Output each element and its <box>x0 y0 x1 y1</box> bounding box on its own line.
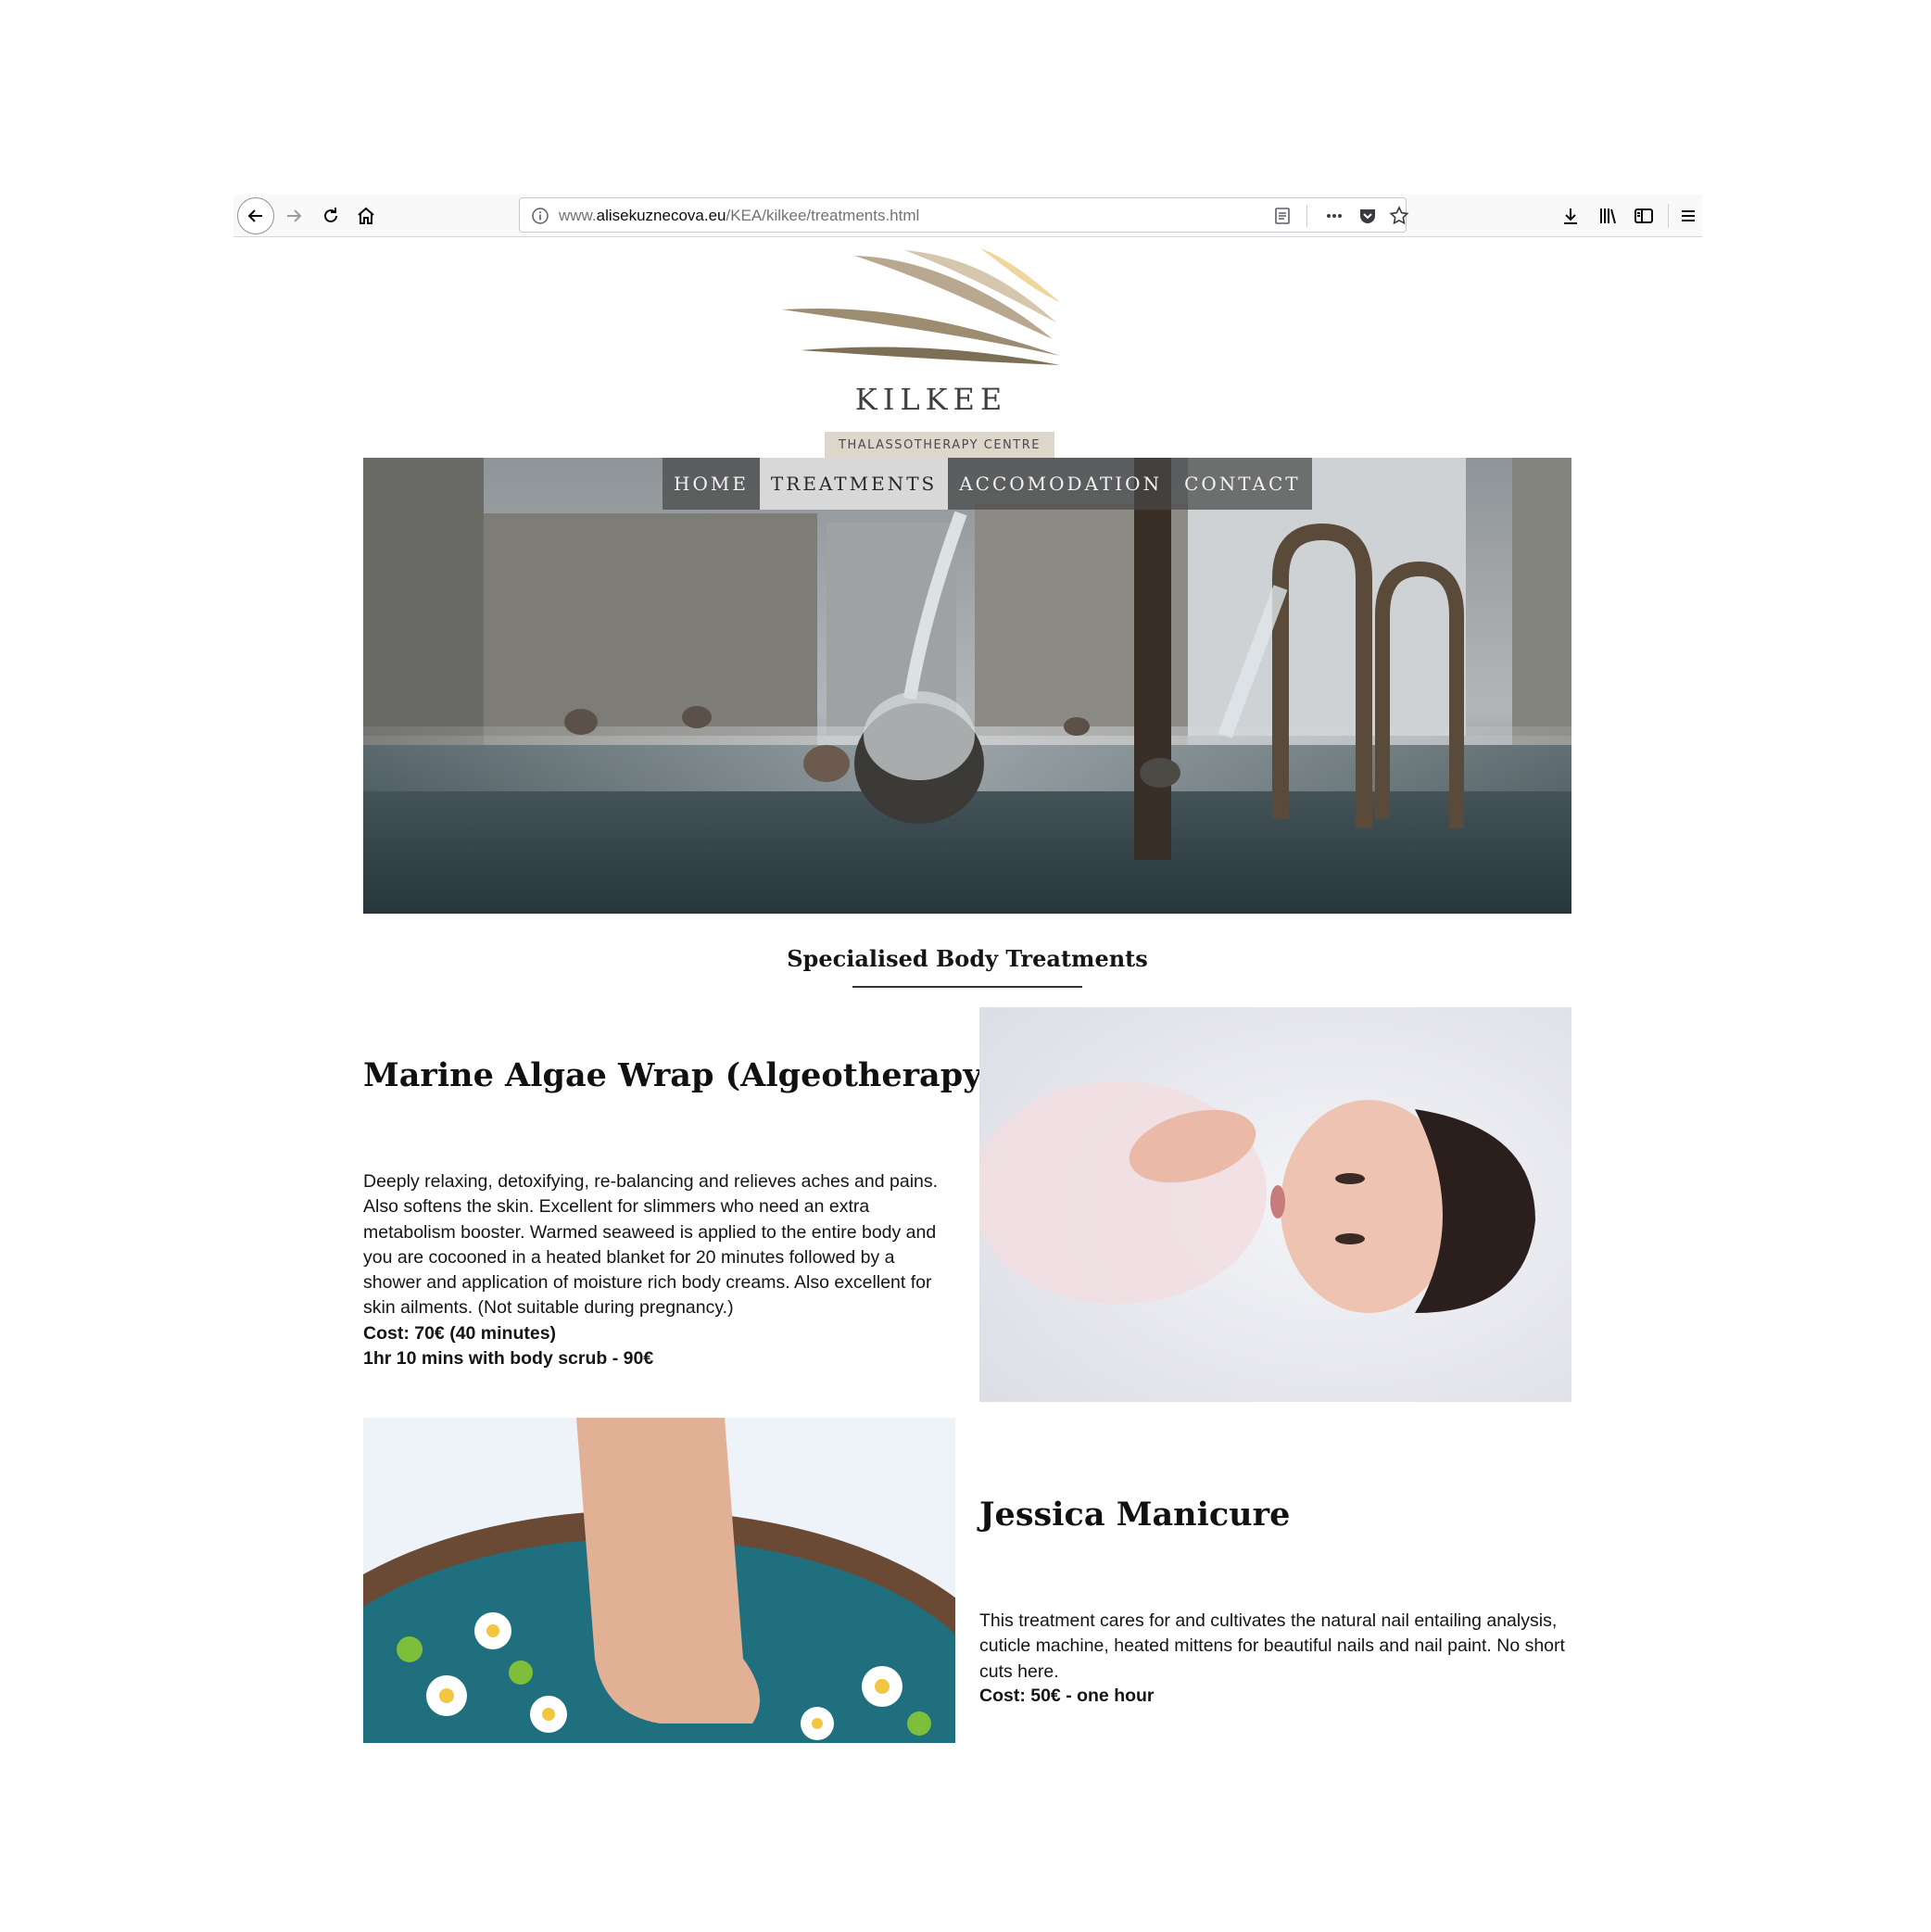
nav-home[interactable]: HOME <box>663 458 760 510</box>
treatment-photo-woman-milk-bath <box>979 1007 1571 1402</box>
kilkee-logo[interactable]: KILKEE THALASSOTHERAPY CENTRE <box>782 246 1069 460</box>
forward-icon[interactable] <box>276 198 311 234</box>
url-bar[interactable]: www.alisekuznecova.eu/KEA/kilkee/treatme… <box>519 197 1409 233</box>
logo-subtitle: THALASSOTHERAPY CENTRE <box>825 432 1054 460</box>
bookmark-star-icon[interactable] <box>1389 206 1409 226</box>
toolbar-separator <box>1668 204 1669 228</box>
treatment-title: Marine Algae Wrap (Algeotherapy) <box>363 1056 998 1094</box>
treatment-photo-foot-bath <box>363 1418 955 1743</box>
treatment-cost: 1hr 10 mins with body scrub - 90€ <box>363 1348 654 1369</box>
nav-accomodation[interactable]: ACCOMODATION <box>948 458 1173 510</box>
back-icon[interactable] <box>237 197 274 234</box>
download-icon[interactable] <box>1553 198 1588 234</box>
nav-contact[interactable]: CONTACT <box>1173 458 1312 510</box>
logo-name: KILKEE <box>854 382 1008 417</box>
treatment-description: Deeply relaxing, detoxifying, re-balanci… <box>363 1171 939 1319</box>
reader-view-icon[interactable] <box>1272 206 1293 226</box>
wave-logo-icon <box>782 248 1060 365</box>
main-nav: HOME TREATMENTS ACCOMODATION CONTACT <box>663 458 1312 510</box>
nav-treatments[interactable]: TREATMENTS <box>759 458 949 510</box>
treatment-cost: Cost: 70€ (40 minutes) <box>363 1323 557 1344</box>
sidebar-icon[interactable] <box>1626 198 1661 234</box>
hero-image <box>363 458 1571 914</box>
web-page: KILKEE THALASSOTHERAPY CENTRE HOME TREAT… <box>363 237 1571 1743</box>
section-title: Specialised Body Treatments <box>787 945 1148 972</box>
library-icon[interactable] <box>1590 198 1625 234</box>
reload-icon[interactable] <box>313 198 348 234</box>
url-text[interactable]: www.alisekuznecova.eu/KEA/kilkee/treatme… <box>559 207 919 225</box>
menu-icon[interactable] <box>1671 198 1706 234</box>
pocket-icon[interactable] <box>1357 206 1378 226</box>
treatment-description: This treatment cares for and cultivates … <box>979 1610 1565 1682</box>
home-icon[interactable] <box>348 198 384 234</box>
page-actions-icon[interactable] <box>1324 206 1344 226</box>
treatment-cost: Cost: 50€ - one hour <box>979 1686 1155 1706</box>
browser-toolbar: www.alisekuznecova.eu/KEA/kilkee/treatme… <box>233 195 1702 237</box>
url-separator <box>1306 205 1307 227</box>
info-icon[interactable] <box>531 207 549 225</box>
title-underline <box>852 986 1082 988</box>
treatment-title: Jessica Manicure <box>979 1496 1291 1534</box>
